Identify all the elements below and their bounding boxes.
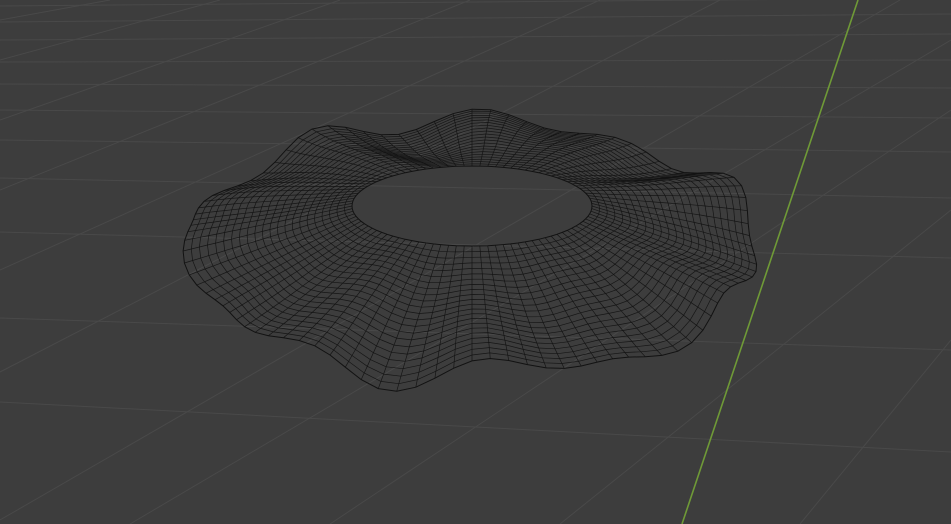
wireframe-mesh[interactable]	[182, 108, 758, 392]
mesh-radial-edge	[579, 223, 724, 294]
3d-viewport[interactable]	[0, 0, 951, 524]
grid-line-d	[799, 339, 951, 524]
mesh-radial-edge	[589, 213, 753, 278]
mesh-ring-edge	[269, 136, 677, 314]
mesh-radial-edge	[433, 121, 457, 167]
mesh-radial-edge	[591, 203, 752, 247]
mesh-radial-edge	[589, 197, 749, 225]
grid-line-h	[0, 59, 951, 63]
mesh-radial-edge	[575, 225, 718, 304]
mesh-radial-edge	[544, 237, 646, 357]
grid-line-h	[0, 33, 951, 41]
mesh-radial-edge	[203, 190, 362, 202]
grid-line-h	[0, 317, 951, 351]
mesh-radial-edge	[283, 235, 394, 339]
floor-grid	[0, 0, 951, 524]
mesh-ring-edge	[246, 127, 700, 334]
mesh-radial-edge	[198, 192, 359, 209]
mesh-radial-edge	[479, 109, 492, 167]
mesh-radial-edge	[434, 245, 457, 379]
grid-line-d	[0, 0, 341, 121]
mesh-ring-edge	[351, 165, 593, 247]
mesh-radial-edge	[329, 240, 413, 356]
grid-line-d	[329, 109, 951, 524]
mesh-radial-edge	[415, 245, 449, 388]
mesh-radial-edge	[582, 185, 742, 192]
mesh-ring-edge	[254, 130, 692, 327]
mesh-radial-edge	[517, 242, 582, 367]
mesh-radial-edge	[184, 210, 354, 264]
grid-line-h	[0, 177, 951, 199]
mesh-radial-edge	[254, 232, 383, 333]
grid-line-d	[0, 0, 111, 21]
grid-line-h	[0, 83, 951, 89]
grid-line-h	[0, 0, 773, 7]
mesh-ring-edge	[277, 139, 670, 308]
viewport-canvas[interactable]	[0, 0, 951, 524]
mesh-ring-edge	[284, 142, 662, 302]
grid-line-d	[0, 0, 221, 61]
mesh-radial-edge	[190, 200, 354, 226]
